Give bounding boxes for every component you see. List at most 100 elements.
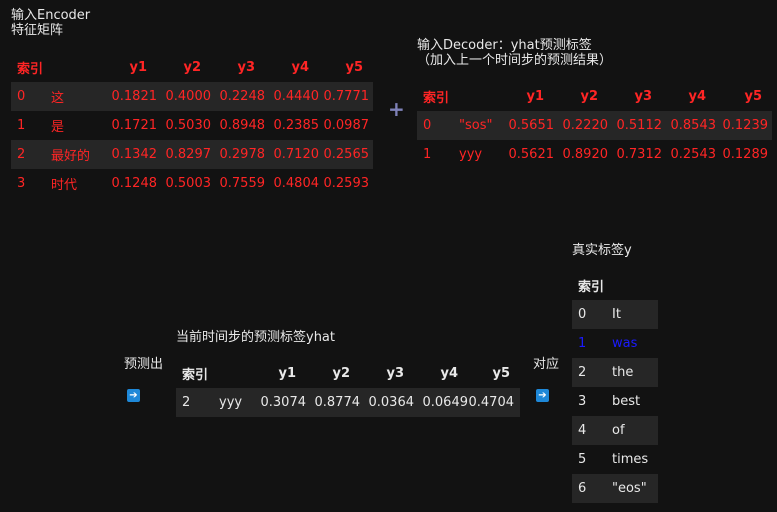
row-token: yyy [219, 395, 243, 410]
encoder-header-y4: y4 [291, 60, 309, 75]
encoder-header-index: 索引 [17, 62, 44, 77]
cell-y4: 0.2543 [670, 147, 717, 162]
decoder-header-y5: y5 [744, 89, 762, 104]
table-row: 4 of [572, 416, 658, 445]
row-index: 2 [17, 147, 26, 162]
row-index: 1 [578, 336, 587, 351]
prediction-header-y4: y4 [440, 366, 458, 381]
decoder-header-y2: y2 [580, 89, 598, 104]
row-token: best [612, 394, 641, 409]
table-row: 3 时代 0.1248 0.5003 0.7559 0.4804 0.2593 [11, 169, 373, 198]
row-index: 2 [182, 395, 191, 410]
cell-y5: 0.4704 [468, 395, 515, 410]
cell-y5: 0.2565 [323, 147, 370, 162]
table-row: 6 "eos" [572, 474, 658, 503]
cell-y2: 0.5003 [165, 176, 212, 191]
truth-header-index: 索引 [578, 280, 605, 295]
table-row: 2 最好的 0.1342 0.8297 0.2978 0.7120 0.2565 [11, 140, 373, 169]
encoder-header-y2: y2 [183, 60, 201, 75]
row-index: 3 [17, 176, 26, 191]
cell-y3: 0.7559 [219, 176, 266, 191]
truth-header-row: 索引 [572, 271, 658, 300]
cell-y3: 0.0364 [368, 395, 415, 410]
cell-y4: 0.4440 [273, 89, 320, 104]
encoder-table: 索引 y1 y2 y3 y4 y5 0 这 0.1821 0.4000 0.22… [11, 53, 373, 198]
cell-y1: 0.1821 [111, 89, 158, 104]
row-token: "sos" [459, 118, 493, 133]
encoder-header-y3: y3 [237, 60, 255, 75]
cell-y1: 0.1721 [111, 118, 158, 133]
cell-y1: 0.3074 [260, 395, 307, 410]
row-token: 最好的 [51, 149, 91, 164]
prediction-header-row: 索引 y1 y2 y3 y4 y5 [176, 359, 520, 388]
arrow-right-icon: ➔ [536, 389, 549, 402]
row-token: was [612, 336, 638, 351]
cell-y2: 0.5030 [165, 118, 212, 133]
arrow-right-icon: ➔ [127, 389, 140, 402]
cell-y5: 0.7771 [323, 89, 370, 104]
row-index: 0 [578, 307, 587, 322]
decoder-table: 索引 y1 y2 y3 y4 y5 0 "sos" 0.5651 0.2220 … [417, 82, 772, 169]
prediction-header-index: 索引 [182, 368, 209, 383]
encoder-header-token [51, 53, 103, 82]
cell-y2: 0.2220 [562, 118, 609, 133]
decoder-header-row: 索引 y1 y2 y3 y4 y5 [417, 82, 772, 111]
encoder-caption: 输入Encoder 特征矩阵 [11, 8, 91, 38]
table-row: 1 是 0.1721 0.5030 0.8948 0.2385 0.0987 [11, 111, 373, 140]
decoder-header-index: 索引 [423, 91, 450, 106]
row-index: 0 [423, 118, 432, 133]
row-token: 是 [51, 120, 65, 135]
cell-y1: 0.1248 [111, 176, 158, 191]
row-index: 4 [578, 423, 587, 438]
cell-y5: 0.2593 [323, 176, 370, 191]
table-row: 0 这 0.1821 0.4000 0.2248 0.4440 0.7771 [11, 82, 373, 111]
table-row-highlighted: 1 was [572, 329, 658, 358]
row-token: 这 [51, 91, 65, 106]
table-row: 2 yyy 0.3074 0.8774 0.0364 0.0649 0.4704 [176, 388, 520, 417]
truth-table: 索引 0 It 1 was 2 the 3 best 4 of 5 times [572, 271, 658, 503]
decoder-header-y1: y1 [526, 89, 544, 104]
cell-y2: 0.8297 [165, 147, 212, 162]
encoder-header-y5: y5 [345, 60, 363, 75]
row-index: 2 [578, 365, 587, 380]
correspond-label: 对应 [533, 357, 560, 372]
prediction-header-y1: y1 [278, 366, 296, 381]
cell-y3: 0.7312 [616, 147, 663, 162]
row-index: 1 [17, 118, 26, 133]
prediction-header-token [219, 359, 252, 388]
cell-y5: 0.1289 [722, 147, 769, 162]
cell-y5: 0.1239 [722, 118, 769, 133]
cell-y3: 0.2978 [219, 147, 266, 162]
prediction-caption: 当前时间步的预测标签yhat [176, 330, 335, 345]
prediction-header-y5: y5 [492, 366, 510, 381]
row-index: 1 [423, 147, 432, 162]
cell-y5: 0.0987 [323, 118, 370, 133]
cell-y1: 0.5651 [508, 118, 555, 133]
prediction-header-y3: y3 [386, 366, 404, 381]
decoder-header-y4: y4 [688, 89, 706, 104]
row-index: 5 [578, 452, 587, 467]
row-index: 6 [578, 481, 587, 496]
row-token: of [612, 423, 625, 438]
cell-y4: 0.8543 [670, 118, 717, 133]
table-row: 5 times [572, 445, 658, 474]
table-row: 0 It [572, 300, 658, 329]
table-row: 3 best [572, 387, 658, 416]
cell-y1: 0.5621 [508, 147, 555, 162]
truth-header-token [612, 271, 658, 300]
row-token: yyy [459, 147, 483, 162]
encoder-header-row: 索引 y1 y2 y3 y4 y5 [11, 53, 373, 82]
row-token: "eos" [612, 481, 647, 496]
cell-y2: 0.4000 [165, 89, 212, 104]
cell-y3: 0.8948 [219, 118, 266, 133]
plus-icon: + [388, 97, 405, 121]
cell-y3: 0.5112 [616, 118, 663, 133]
cell-y2: 0.8920 [562, 147, 609, 162]
decoder-header-y3: y3 [634, 89, 652, 104]
truth-caption: 真实标签y [572, 243, 632, 258]
predict-label: 预测出 [124, 357, 164, 372]
prediction-header-y2: y2 [332, 366, 350, 381]
cell-y1: 0.1342 [111, 147, 158, 162]
cell-y2: 0.8774 [314, 395, 361, 410]
row-token: times [612, 452, 649, 467]
